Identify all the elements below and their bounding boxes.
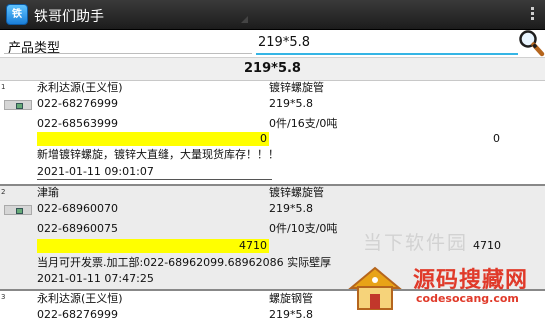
item-thumbnail-icon[interactable] (4, 100, 32, 110)
product-type-dropdown-arrow-icon[interactable] (241, 16, 248, 23)
item-note: 当月可开发票.加工部:022-68962099.68962086 实际壁厚 (37, 256, 332, 269)
item-datetime: 2021-01-11 09:01:07 (37, 165, 154, 178)
price-right: 0 (493, 132, 500, 145)
spec: 219*5.8 (269, 308, 313, 321)
section-header: 219*5.8 (0, 57, 545, 81)
item-index: 2 (1, 188, 6, 196)
price-highlight: 4710 (37, 239, 269, 253)
company-name: 津瑜 (37, 186, 59, 199)
stock: 0件/16支/0吨 (269, 117, 338, 130)
list-item[interactable]: 3 永利达源(王义恒) 螺旋钢管 022-68276999 219*5.8 (0, 291, 545, 331)
search-input[interactable] (258, 31, 508, 53)
item-divider (37, 179, 272, 180)
price-highlight: 0 (37, 132, 269, 146)
phone-1[interactable]: 022-68276999 (37, 97, 118, 111)
price-right: 4710 (473, 239, 501, 252)
item-index: 1 (1, 83, 6, 91)
app-title-bar: 铁 铁哥们助手 (0, 0, 545, 30)
phone-1[interactable]: 022-68276999 (37, 308, 118, 322)
app-title: 铁哥们助手 (34, 9, 104, 25)
company-name: 永利达源(王义恒) (37, 292, 123, 305)
product-name: 镀锌螺旋管 (269, 81, 324, 94)
search-icon[interactable] (517, 28, 545, 58)
phone-2[interactable]: 022-68960075 (37, 222, 118, 236)
product-list: 1 永利达源(王义恒) 镀锌螺旋管 022-68276999 219*5.8 0… (0, 81, 545, 331)
item-note: 新增镀锌螺旋，镀锌大直缝，大量现货库存！！！ (37, 148, 279, 161)
app-icon: 铁 (6, 4, 28, 25)
company-name: 永利达源(王义恒) (37, 81, 123, 94)
item-datetime: 2021-01-11 07:47:25 (37, 272, 154, 285)
list-item[interactable]: 2 津瑜 镀锌螺旋管 022-68960070 219*5.8 022-6896… (0, 186, 545, 291)
item-thumbnail-icon[interactable] (4, 205, 32, 215)
search-input-underline (256, 53, 518, 55)
product-name: 螺旋钢管 (269, 292, 313, 305)
spec: 219*5.8 (269, 97, 313, 110)
product-type-spinner-underline (4, 53, 252, 54)
overflow-menu-icon[interactable] (529, 5, 535, 25)
product-name: 镀锌螺旋管 (269, 186, 324, 199)
list-item[interactable]: 1 永利达源(王义恒) 镀锌螺旋管 022-68276999 219*5.8 0… (0, 81, 545, 186)
item-index: 3 (1, 293, 6, 301)
phone-1[interactable]: 022-68960070 (37, 202, 118, 216)
spec: 219*5.8 (269, 202, 313, 215)
stock: 0件/10支/0吨 (269, 222, 338, 235)
phone-2[interactable]: 022-68563999 (37, 117, 118, 131)
